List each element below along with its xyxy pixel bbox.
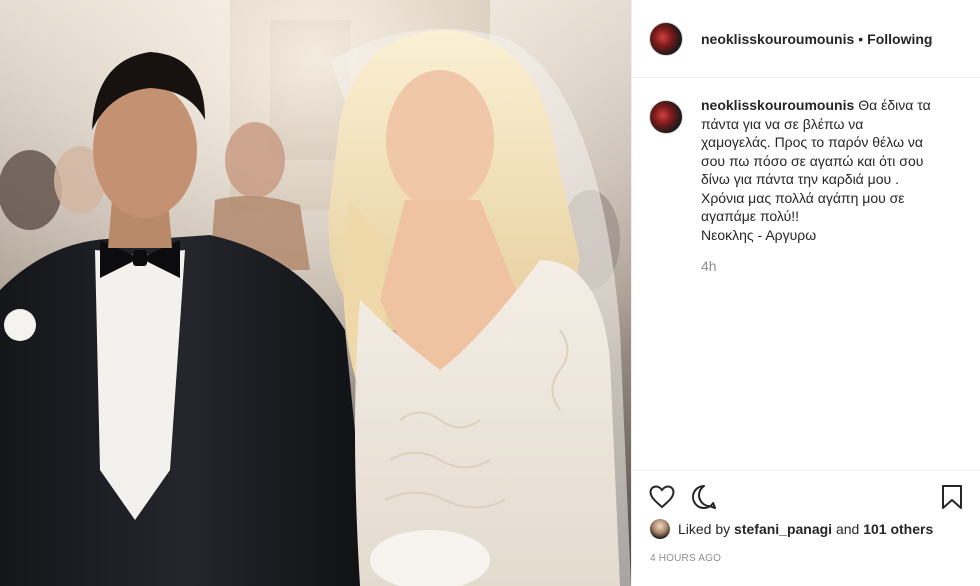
- header-text: neoklisskouroumounis • Following: [701, 31, 932, 47]
- separator-dot: •: [858, 30, 864, 47]
- following-button[interactable]: Following: [867, 31, 932, 47]
- likes-others-link[interactable]: 101 others: [863, 521, 933, 537]
- post-panel: neoklisskouroumounis • Following neoklis…: [631, 0, 980, 586]
- likes-and: and: [835, 521, 860, 537]
- comment-icon[interactable]: [690, 483, 718, 511]
- caption-message: Θα έδινα τα πάντα για να σε βλέπω να χαμ…: [701, 97, 931, 243]
- wedding-photo: [0, 0, 631, 586]
- heart-icon[interactable]: [648, 483, 676, 511]
- post-header: neoklisskouroumounis • Following: [632, 0, 980, 78]
- liker-username-link[interactable]: stefani_panagi: [734, 521, 832, 537]
- likes-prefix: Liked by: [678, 521, 731, 537]
- avatar[interactable]: [649, 21, 683, 56]
- post-timestamp[interactable]: 4 HOURS AGO: [650, 553, 721, 564]
- caption-username-link[interactable]: neoklisskouroumounis: [701, 97, 854, 113]
- username-link[interactable]: neoklisskouroumounis: [701, 31, 854, 47]
- likes-summary: Liked by stefani_panagi and 101 others: [650, 519, 933, 539]
- caption-time-ago[interactable]: 4h: [701, 258, 961, 274]
- bookmark-icon[interactable]: [938, 483, 966, 511]
- liker-avatar[interactable]: [650, 519, 670, 539]
- caption: neoklisskouroumounis Θα έδινα τα πάντα γι…: [649, 96, 966, 274]
- post-image[interactable]: [0, 0, 631, 586]
- caption-text: neoklisskouroumounis Θα έδινα τα πάντα γι…: [701, 96, 961, 244]
- action-bar: [632, 470, 980, 522]
- caption-avatar[interactable]: [649, 100, 683, 134]
- caption-body: neoklisskouroumounis Θα έδινα τα πάντα γι…: [701, 96, 961, 274]
